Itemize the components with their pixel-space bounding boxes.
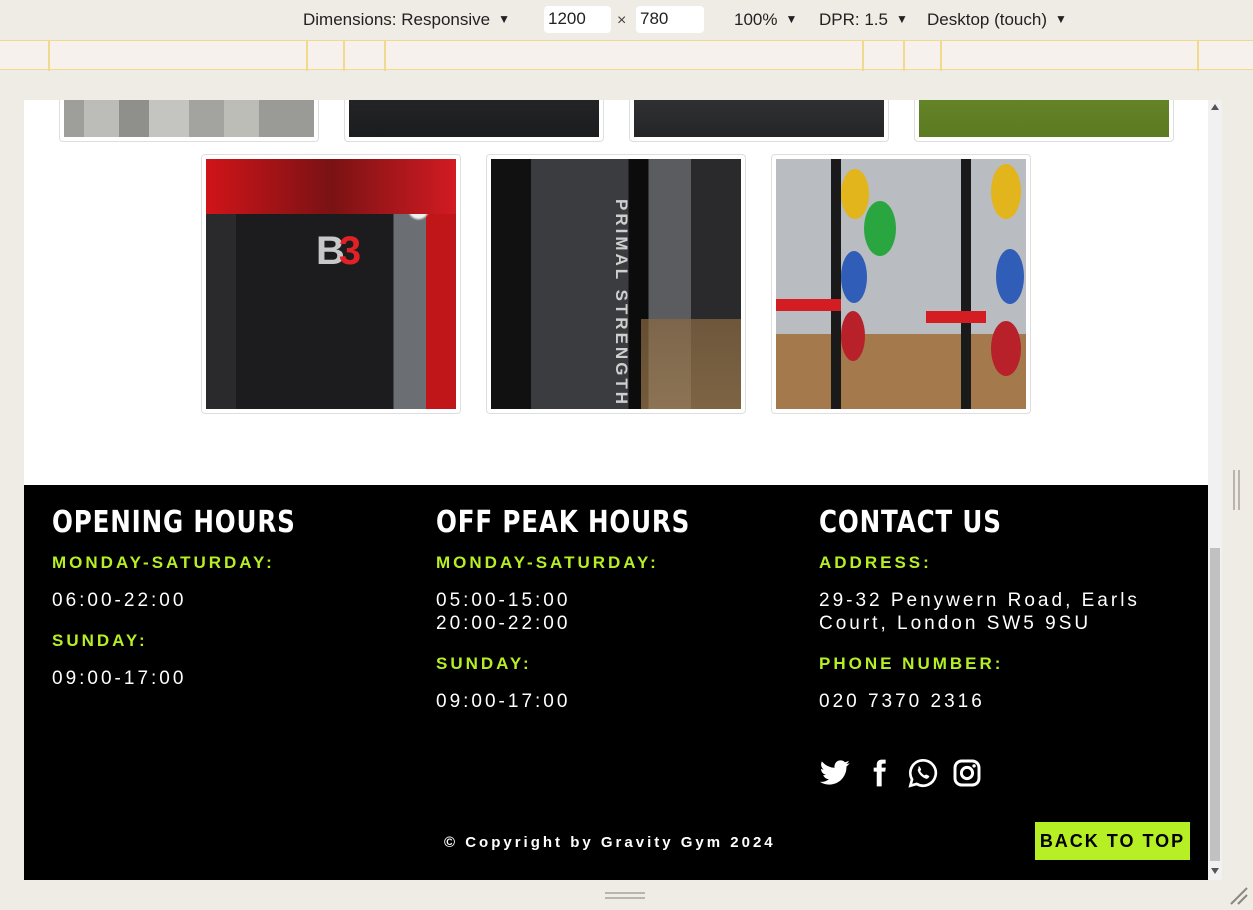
gym-floor-photo [64,100,314,137]
sunday-label: SUNDAY: [52,631,148,650]
ruler-tick [48,41,50,71]
address-line-1: 29-32 Penywern Road, Earls [819,590,1140,611]
contact-title: CONTACT US [819,505,1002,540]
gym-bench-photo [634,100,884,137]
gallery-item[interactable] [344,100,604,142]
page-viewport: B3 PRIMAL STRENGTH OPENING HOURS MONDAY-… [24,100,1208,880]
off-peak-section: OFF PEAK HOURS MONDAY-SATURDAY: 05:00-15… [436,505,746,713]
chevron-down-icon: ▼ [895,12,908,26]
instagram-icon[interactable] [951,757,983,789]
opening-hours-section: OPENING HOURS MONDAY-SATURDAY: 06:00-22:… [52,505,349,690]
back-to-top-button[interactable]: BACK TO TOP [1035,822,1190,860]
address-line-2: Court, London SW5 9SU [819,613,1092,634]
address-label: ADDRESS: [819,553,932,572]
weekday-hours-morning: 05:00-15:00 [436,590,571,611]
social-links [819,757,983,789]
scroll-up-icon[interactable] [1211,104,1219,110]
resize-corner-icon[interactable] [1229,886,1249,906]
gallery-item[interactable] [914,100,1174,142]
gallery-item[interactable] [629,100,889,142]
squat-rack-plates-photo [776,159,1026,409]
chevron-down-icon: ▼ [785,12,798,26]
gallery-item[interactable] [771,154,1031,414]
media-query-ruler[interactable] [0,40,1253,71]
contact-section: CONTACT US ADDRESS: 29-32 Penywern Road,… [819,505,1140,713]
gallery-item[interactable]: PRIMAL STRENGTH [486,154,746,414]
opening-hours-title: OPENING HOURS [52,505,296,540]
site-footer: OPENING HOURS MONDAY-SATURDAY: 06:00-22:… [24,485,1208,880]
dimensions-dropdown[interactable]: Dimensions: Responsive ▼ [303,10,510,30]
weekday-hours-evening: 20:00-22:00 [436,613,571,634]
gallery-item[interactable] [59,100,319,142]
ruler-tick [1197,41,1199,71]
facebook-icon[interactable] [863,757,895,789]
b3-punchbag-photo: B3 [206,159,456,409]
gym-turf-photo [919,100,1169,137]
whatsapp-icon[interactable] [907,757,939,789]
ruler-tick [903,41,905,71]
gallery-item[interactable]: B3 [201,154,461,414]
dpr-label: DPR: 1.5 [819,10,888,29]
ruler-tick [862,41,864,71]
scrollbar-thumb[interactable] [1210,548,1220,861]
vertical-scrollbar[interactable] [1208,100,1222,880]
address: 29-32 Penywern Road, Earls Court, London… [819,589,1140,635]
twitter-icon[interactable] [819,757,851,789]
dpr-dropdown[interactable]: DPR: 1.5 ▼ [819,10,908,30]
device-mode-label: Desktop (touch) [927,10,1047,29]
ruler-tick [343,41,345,71]
primal-strength-rack-photo: PRIMAL STRENGTH [491,159,741,409]
sunday-hours: 09:00-17:00 [436,691,571,712]
times-symbol: × [617,12,627,29]
width-input[interactable]: 1200 [544,6,611,33]
zoom-dropdown[interactable]: 100% ▼ [734,10,797,30]
chevron-down-icon: ▼ [1055,12,1067,26]
zoom-label: 100% [734,10,778,29]
off-peak-title: OFF PEAK HOURS [436,505,691,540]
ruler-tick [940,41,942,71]
gym-mat-photo [349,100,599,137]
chevron-down-icon: ▼ [498,12,510,26]
resize-handle-right[interactable] [1233,470,1243,512]
scroll-down-icon[interactable] [1211,868,1219,874]
height-input[interactable]: 780 [636,6,704,33]
weekday-hours: 06:00-22:00 [52,590,187,611]
resize-handle-bottom[interactable] [605,892,645,902]
sunday-hours: 09:00-17:00 [52,668,187,689]
copyright-text: © Copyright by Gravity Gym 2024 [444,834,776,851]
weekday-label: MONDAY-SATURDAY: [52,553,275,572]
b3-logo: B3 [316,229,362,273]
primal-strength-logo: PRIMAL STRENGTH [612,199,631,408]
ruler-tick [306,41,308,71]
ruler-tick [384,41,386,71]
phone-label: PHONE NUMBER: [819,654,1004,673]
sunday-label: SUNDAY: [436,654,532,673]
weekday-label: MONDAY-SATURDAY: [436,553,659,572]
weekday-hours: 05:00-15:00 20:00-22:00 [436,589,746,635]
devtools-toolbar: Dimensions: Responsive ▼ 1200 × 780 100% ▼… [0,0,1253,40]
device-mode-dropdown[interactable]: Desktop (touch) ▼ [927,10,1067,30]
phone-number: 020 7370 2316 [819,691,985,712]
dimensions-label: Dimensions: Responsive [303,10,491,29]
